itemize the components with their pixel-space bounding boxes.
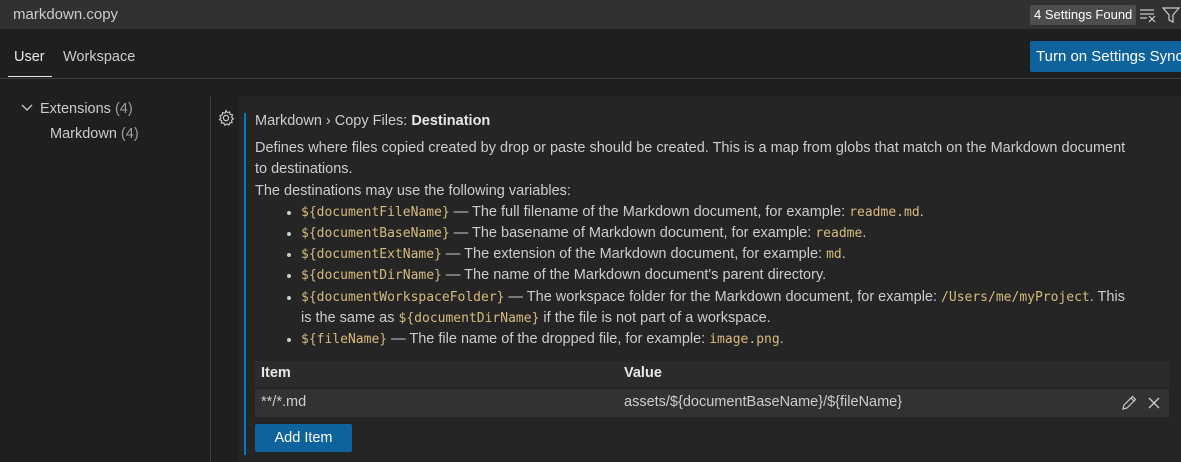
example-code: /Users/me/myProject [941, 290, 1090, 305]
description-line: The destinations may use the following v… [255, 183, 571, 199]
continuation-text: if the file is not part of a workspace. [539, 310, 771, 326]
results-count-badge: 4 Settings Found [1030, 5, 1137, 25]
variable-code: ${documentWorkspaceFolder} [301, 290, 505, 305]
variable-text: — The workspace folder for the Markdown … [504, 289, 942, 305]
variable-code: ${documentFileName} [301, 205, 450, 220]
setting-name: Destination [411, 113, 491, 129]
variable-code: ${fileName} [301, 332, 388, 347]
search-input[interactable] [0, 0, 1020, 29]
column-header-value: Value [624, 365, 662, 381]
tree-item-markdown[interactable]: Markdown (4) [50, 126, 139, 142]
example-code: image.png [709, 332, 780, 347]
variable-item: ${documentExtName} — The extension of th… [301, 246, 846, 262]
bullet [287, 338, 291, 342]
table-header: Item Value [255, 361, 1169, 387]
row-value-cell: assets/${documentBaseName}/${fileName} [624, 394, 903, 410]
variable-end: . This [1089, 289, 1125, 305]
tree-item-count: (4) [114, 101, 133, 117]
bullet [287, 232, 291, 236]
description-line: Defines where files copied created by dr… [255, 140, 1126, 156]
variable-item: ${documentDirName} — The name of the Mar… [301, 267, 826, 283]
column-header-item: Item [261, 365, 291, 381]
variable-item: ${documentFileName} — The full filename … [301, 204, 924, 220]
description-line: to destinations. [255, 161, 353, 177]
tree-item-extensions[interactable]: Extensions (4) [40, 101, 133, 117]
settings-editor: 4 Settings Found User Workspace Turn on … [0, 0, 1181, 462]
variable-text: — The full filename of the Markdown docu… [449, 204, 850, 220]
bullet [287, 274, 291, 278]
variable-code: ${documentExtName} [301, 247, 442, 262]
variable-text: — The name of the Markdown document's pa… [441, 267, 827, 283]
variable-code: ${documentDirName} [398, 311, 540, 326]
continuation-text: is the same as [301, 310, 399, 326]
example-code: readme.md [849, 205, 920, 220]
bullet [287, 296, 291, 300]
bullet [287, 253, 291, 257]
clear-filter-icon[interactable] [1138, 5, 1158, 25]
table-row[interactable]: **/*.md assets/${documentBaseName}/${fil… [255, 389, 1169, 417]
variable-item: ${documentWorkspaceFolder} — The workspa… [301, 289, 1125, 305]
tab-user[interactable]: User [14, 49, 45, 65]
edit-icon[interactable] [1120, 394, 1138, 412]
example-code: md [826, 247, 842, 262]
variable-text: — The file name of the dropped file, for… [387, 331, 710, 347]
variable-end: . [779, 331, 784, 347]
variable-item: ${documentBaseName} — The basename of Ma… [301, 225, 866, 241]
example-code: readme [815, 226, 863, 241]
remove-icon[interactable] [1145, 394, 1163, 412]
gear-icon[interactable] [217, 109, 235, 127]
variable-end: . [919, 204, 924, 220]
variable-end: . [862, 225, 867, 241]
turn-on-settings-sync-button[interactable]: Turn on Settings Sync [1030, 41, 1181, 72]
search-bar: 4 Settings Found [0, 0, 1181, 29]
row-item-cell: **/*.md [261, 394, 307, 410]
settings-scope-tabs: User Workspace Turn on Settings Sync [0, 29, 1181, 79]
variable-text: — The basename of Markdown document, for… [449, 225, 816, 241]
filter-icon[interactable] [1161, 5, 1181, 25]
variable-code: ${documentBaseName} [301, 226, 450, 241]
modified-indicator [244, 113, 246, 455]
bullet [287, 211, 291, 215]
setting-title: Markdown › Copy Files: Destination [255, 113, 490, 129]
chevron-down-icon[interactable] [20, 101, 34, 115]
variable-item-continuation: is the same as ${documentDirName} if the… [301, 310, 771, 326]
active-tab-indicator [8, 76, 52, 77]
sash-divider[interactable] [210, 96, 211, 462]
tree-item-count: (4) [120, 126, 139, 142]
add-item-button[interactable]: Add Item [255, 424, 352, 452]
setting-category: Markdown › Copy Files: [255, 113, 412, 129]
tab-workspace[interactable]: Workspace [63, 49, 135, 65]
variable-end: . [841, 246, 846, 262]
variable-code: ${documentDirName} [301, 268, 442, 283]
variable-item: ${fileName} — The file name of the dropp… [301, 331, 784, 347]
tree-item-label: Markdown [50, 126, 117, 142]
variable-text: — The extension of the Markdown document… [441, 246, 827, 262]
tree-item-label: Extensions [40, 101, 111, 117]
